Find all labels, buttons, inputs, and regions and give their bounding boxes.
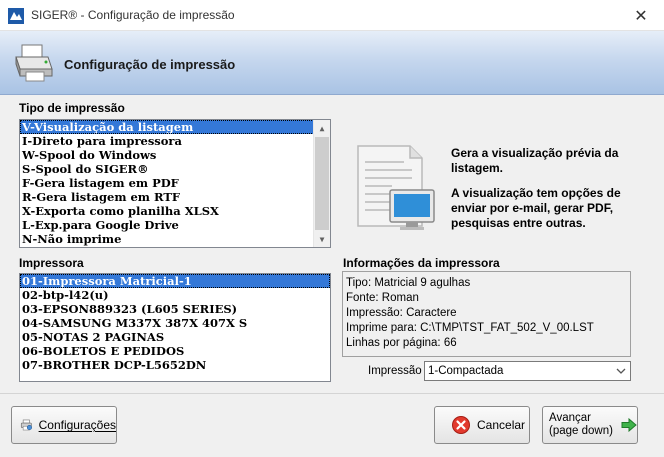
scroll-thumb[interactable]: [315, 137, 329, 230]
print-type-item[interactable]: V-Visualização da listagem: [20, 120, 330, 134]
next-button[interactable]: Avançar (page down): [542, 406, 638, 444]
printer-item[interactable]: 04-SAMSUNG M337X 387X 407X S: [20, 316, 330, 330]
title-bar: SIGER® - Configuração de impressão ✕: [0, 0, 664, 31]
scroll-up-arrow-icon[interactable]: ▲: [314, 120, 330, 136]
cancel-button-label: Cancelar: [477, 418, 526, 432]
print-type-items: V-Visualização da listagem I-Direto para …: [20, 120, 330, 246]
close-button[interactable]: ✕: [618, 0, 664, 31]
impressao-combo-label: Impressão: [368, 365, 422, 377]
print-type-item[interactable]: F-Gera listagem em PDF: [20, 176, 330, 190]
print-type-list[interactable]: V-Visualização da listagem I-Direto para …: [19, 119, 331, 248]
printers-list[interactable]: 01-Impressora Matricial-1 02-btp-l42(u) 03…: [19, 273, 331, 382]
next-button-shortcut: (page down): [549, 425, 613, 437]
print-type-item[interactable]: W-Spool do Windows: [20, 148, 330, 162]
impressao-select-value: 1-Compactada: [428, 365, 504, 377]
printer-item[interactable]: 06-BOLETOS E PEDIDOS: [20, 344, 330, 358]
configurations-button[interactable]: Configurações: [11, 406, 117, 444]
print-type-item[interactable]: L-Exp.para Google Drive: [20, 218, 330, 232]
window-title: SIGER® - Configuração de impressão: [31, 8, 235, 22]
cancel-icon: [452, 416, 470, 434]
printer-settings-icon: [20, 419, 32, 431]
arrow-right-icon: [621, 418, 637, 432]
description-secondary: A visualização tem opções de enviar por …: [451, 186, 621, 230]
next-button-text: Avançar (page down): [549, 412, 613, 438]
print-type-item[interactable]: X-Exporta como planilha XLSX: [20, 204, 330, 218]
print-type-item[interactable]: S-Spool do SIGER®: [20, 162, 330, 176]
siger-app-icon: [8, 8, 24, 24]
header-title: Configuração de impressão: [64, 57, 236, 72]
print-type-label: Tipo de impressão: [19, 101, 125, 115]
printer-info-label: Informações da impressora: [343, 256, 500, 270]
info-font: Fonte: Roman: [346, 292, 419, 304]
print-type-item[interactable]: N-Não imprime: [20, 232, 330, 246]
printer-item[interactable]: 07-BROTHER DCP-L5652DN: [20, 358, 330, 372]
info-mode: Impressão: Caractere: [346, 307, 457, 319]
info-lines-per-page: Linhas por página: 66: [346, 337, 457, 349]
printer-item[interactable]: 02-btp-l42(u): [20, 288, 330, 302]
print-type-item[interactable]: R-Gera listagem em RTF: [20, 190, 330, 204]
preview-document-icon: [357, 145, 435, 230]
printer-item[interactable]: 05-NOTAS 2 PAGINAS: [20, 330, 330, 344]
scroll-down-arrow-icon[interactable]: ▼: [314, 231, 330, 247]
printer-item[interactable]: 03-EPSON889323 (L605 SERIES): [20, 302, 330, 316]
printer-info-box: Tipo: Matricial 9 agulhas Fonte: Roman I…: [342, 271, 631, 357]
printer-items: 01-Impressora Matricial-1 02-btp-l42(u) 03…: [20, 274, 330, 372]
info-output: Imprime para: C:\TMP\TST_FAT_502_V_00.LS…: [346, 322, 594, 334]
dialog-header: Configuração de impressão: [0, 31, 664, 95]
printer-item[interactable]: 01-Impressora Matricial-1: [20, 274, 330, 288]
description-primary: Gera a visualização prévia da listagem.: [451, 146, 619, 175]
info-type: Tipo: Matricial 9 agulhas: [346, 277, 471, 289]
next-button-label: Avançar: [549, 412, 591, 424]
print-type-scrollbar[interactable]: ▲ ▼: [313, 120, 330, 247]
printers-label: Impressora: [19, 256, 84, 270]
footer-divider: [0, 393, 664, 394]
configurations-button-label: Configurações: [38, 418, 116, 432]
close-icon: ✕: [634, 7, 648, 25]
chevron-down-icon[interactable]: [612, 362, 630, 380]
printer-icon: [15, 44, 53, 82]
cancel-button[interactable]: Cancelar: [434, 406, 530, 444]
impressao-select[interactable]: 1-Compactada: [424, 361, 631, 381]
print-type-item[interactable]: I-Direto para impressora: [20, 134, 330, 148]
